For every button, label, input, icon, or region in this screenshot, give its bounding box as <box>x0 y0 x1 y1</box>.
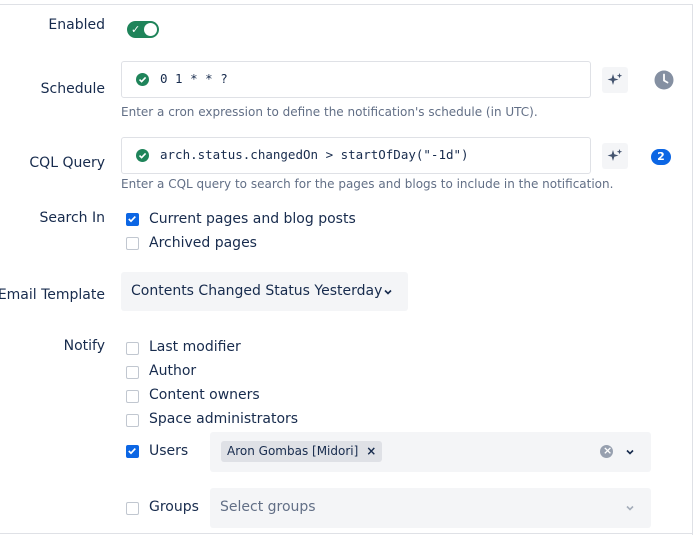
panel-bottom-border <box>0 533 693 534</box>
check-circle-icon <box>136 73 149 86</box>
toggle-knob <box>144 23 157 36</box>
groups-label[interactable]: Groups <box>149 499 199 515</box>
schedule-input[interactable]: 0 1 * * ? <box>121 61 591 98</box>
current-pages-label[interactable]: Current pages and blog posts <box>149 211 356 227</box>
panel-top-border <box>0 4 693 5</box>
schedule-history-button[interactable] <box>654 70 674 90</box>
checkbox-space-administrators[interactable] <box>126 414 139 427</box>
content-owners-label[interactable]: Content owners <box>149 387 260 403</box>
email-template-value: Contents Changed Status Yesterday <box>131 283 383 299</box>
enabled-label: Enabled <box>48 17 105 33</box>
author-label[interactable]: Author <box>149 363 196 379</box>
checkbox-current-pages[interactable] <box>126 213 139 226</box>
clock-icon <box>654 70 674 90</box>
checkbox-archived-pages[interactable] <box>126 237 139 250</box>
email-template-select[interactable]: Contents Changed Status Yesterday <box>121 272 408 311</box>
users-picker[interactable]: Aron Gombas [Midori] × × <box>210 432 651 472</box>
schedule-label: Schedule <box>40 81 105 97</box>
cql-help-text: Enter a CQL query to search for the page… <box>121 177 614 191</box>
selected-user-tag: Aron Gombas [Midori] × <box>221 441 383 462</box>
toggle-check-icon: ✓ <box>131 23 141 36</box>
checkbox-last-modifier[interactable] <box>126 342 139 355</box>
schedule-help-text: Enter a cron expression to define the no… <box>121 105 538 119</box>
notify-label: Notify <box>63 338 105 354</box>
close-icon[interactable]: × <box>366 441 376 462</box>
sparkle-icon <box>607 149 623 161</box>
checkbox-users[interactable] <box>126 445 139 458</box>
check-icon <box>128 448 136 455</box>
cql-query-label: CQL Query <box>29 155 105 171</box>
chevron-down-icon <box>384 289 392 295</box>
check-circle-icon <box>136 149 149 162</box>
last-modifier-label[interactable]: Last modifier <box>149 339 241 355</box>
clear-icon[interactable]: × <box>600 444 613 458</box>
archived-pages-label[interactable]: Archived pages <box>149 235 257 251</box>
search-in-label: Search In <box>39 210 105 226</box>
check-icon <box>128 216 136 223</box>
checkbox-author[interactable] <box>126 366 139 379</box>
groups-picker[interactable]: Select groups <box>210 488 651 528</box>
checkbox-groups[interactable] <box>126 502 139 515</box>
checkbox-content-owners[interactable] <box>126 390 139 403</box>
groups-placeholder: Select groups <box>220 499 316 515</box>
sparkle-icon <box>607 73 623 85</box>
cql-query-input[interactable]: arch.status.changedOn > startOfDay("-1d"… <box>121 137 591 174</box>
chevron-down-icon[interactable] <box>624 446 636 458</box>
space-administrators-label[interactable]: Space administrators <box>149 411 298 427</box>
email-template-label: Email Template <box>0 287 105 303</box>
schedule-magic-button[interactable] <box>602 67 628 93</box>
chevron-down-icon[interactable] <box>624 502 636 514</box>
cql-result-count-badge[interactable]: 2 <box>651 149 671 165</box>
cql-query-value: arch.status.changedOn > startOfDay("-1d"… <box>160 147 469 162</box>
users-label[interactable]: Users <box>149 443 188 459</box>
schedule-value: 0 1 * * ? <box>160 71 228 86</box>
cql-magic-button[interactable] <box>602 143 628 169</box>
selected-user-name: Aron Gombas [Midori] <box>227 444 359 458</box>
enabled-toggle[interactable]: ✓ <box>127 21 159 38</box>
